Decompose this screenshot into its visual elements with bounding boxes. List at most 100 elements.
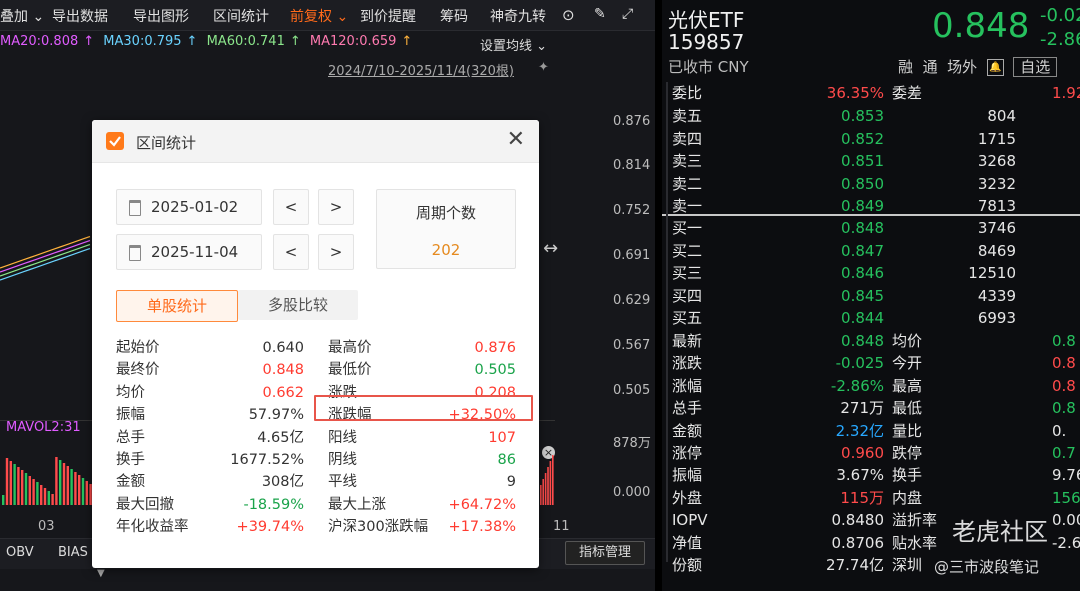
detail-label: 最高 [892, 376, 923, 395]
quote-row-weibi: 委比 36.35% 委差 1.92 [662, 82, 1080, 104]
indicator-obv-tab[interactable]: OBV [6, 545, 34, 560]
toolbar-export-data-button[interactable]: 导出数据 [52, 6, 108, 26]
volume-bar [549, 461, 552, 505]
ma-settings-button[interactable]: 设置均线 ⌄ [480, 35, 547, 54]
up-arrow-icon: ↑ [186, 34, 198, 49]
detail-label: 金额 [672, 421, 703, 440]
stat-value: 57.97% [248, 407, 304, 424]
watermark-logo-text: 老虎社区 [952, 518, 1048, 546]
level-price: 0.852 [841, 129, 884, 148]
level-volume: 804 [987, 107, 1016, 125]
volume-bar [32, 479, 35, 505]
change-percent: -2.86 [1040, 29, 1080, 50]
stat-label: 总手 [116, 429, 145, 446]
level-volume: 12510 [968, 264, 1016, 282]
volume-bar [24, 473, 28, 505]
volume-bar [70, 469, 73, 505]
tab-multi-stock[interactable]: 多股比较 [238, 290, 358, 320]
chevron-down-icon: ⌄ [32, 9, 45, 25]
level-label: 卖二 [672, 174, 703, 193]
volume-bar [28, 476, 31, 505]
detail-row: 总手 271万 最低 0.8 [662, 397, 1080, 419]
panel-edge [666, 82, 668, 562]
end-date-next-button[interactable]: > [318, 234, 354, 270]
orderbook-row-sell: 卖三 0.851 3268 [662, 150, 1080, 172]
resize-horizontal-icon[interactable]: ↔ [543, 238, 558, 259]
bell-icon[interactable]: 🔔 [986, 59, 1004, 76]
stat-label: 最低价 [328, 362, 372, 379]
orderbook-separator [662, 214, 1080, 216]
tab-single-stock[interactable]: 单股统计 [116, 290, 238, 322]
detail-label: 内盘 [892, 488, 923, 507]
toolbar-price-alert-button[interactable]: 到价提醒 [360, 6, 416, 26]
pin-icon[interactable]: ✦ [538, 60, 549, 75]
level-volume: 4339 [977, 286, 1016, 305]
stat-value: 1677.52% [230, 452, 304, 468]
ma120-label: MA120:0.659 [309, 34, 397, 49]
level-volume: 8469 [977, 241, 1016, 260]
detail-row: 涨跌 -0.025 今开 0.8 [662, 352, 1080, 374]
toolbar-magic-nine-button[interactable]: 神奇九转 [490, 6, 546, 26]
detail-row: 外盘 115万 内盘 156 [662, 487, 1080, 509]
orderbook-row-sell: 卖五 0.853 804 [662, 105, 1080, 127]
volume-bar [544, 473, 547, 505]
ma-lines [0, 235, 91, 281]
level-volume: 1715 [977, 129, 1016, 148]
detail-value: 0.8480 [831, 511, 885, 530]
detail-value: 0.848 [841, 332, 884, 350]
detail-label: 均价 [892, 332, 923, 350]
weibi-value: 36.35% [826, 84, 884, 102]
orderbook-row-buy: 买五 0.844 6993 [662, 307, 1080, 329]
price-tick: 0.691 [613, 248, 651, 263]
toolbar-export-chart-button[interactable]: 导出图形 [133, 6, 189, 26]
detail-label: IOPV [672, 511, 708, 530]
toolbar-range-stats-button[interactable]: 区间统计 [213, 6, 269, 26]
level-label: 买五 [672, 309, 703, 327]
volume-tick: 0.000 [613, 485, 651, 500]
volume-bar [85, 481, 88, 505]
start-date-prev-button[interactable]: < [273, 189, 309, 225]
stat-label: 平线 [328, 474, 357, 491]
market-status: 已收市 CNY [668, 58, 749, 76]
detail-label: 跌停 [892, 444, 923, 462]
change-value: -0.02 [1040, 5, 1080, 26]
margin-tag[interactable]: 融 [898, 58, 913, 76]
start-date-next-button[interactable]: > [318, 189, 354, 225]
detail-value: 3.67% [836, 466, 884, 485]
close-icon[interactable]: ✕ [507, 129, 525, 151]
volume-bar [552, 455, 554, 505]
volume-bar [81, 478, 85, 505]
ma-line-path [0, 247, 91, 281]
toolbar-overlay-button[interactable]: 叠加 ⌄ [0, 6, 44, 26]
volume-bar [36, 482, 39, 505]
caret-down-icon[interactable]: ▼ [97, 568, 105, 579]
level-price: 0.845 [841, 286, 884, 305]
x-tick: 03 [38, 519, 55, 534]
volume-bar [51, 494, 54, 505]
ma-line-path [0, 239, 91, 273]
end-date-picker[interactable]: 2025-11-04 [116, 234, 262, 270]
stat-value: 86 [497, 452, 516, 468]
start-date-picker[interactable]: 2025-01-02 [116, 189, 262, 225]
level-label: 卖三 [672, 152, 703, 170]
detail-label: 换手 [892, 466, 923, 485]
end-date-prev-button[interactable]: < [273, 234, 309, 270]
level-label: 买三 [672, 264, 703, 282]
indicator-bias-tab[interactable]: BIAS [58, 545, 88, 560]
indicator-manage-button[interactable]: 指标管理 [565, 541, 645, 565]
connect-tag[interactable]: 通 [923, 58, 938, 76]
calendar-icon [129, 245, 141, 261]
check-logo-icon [106, 132, 124, 150]
ma-line-path [0, 235, 91, 269]
toolbar-forward-adjust-button[interactable]: 前复权 ⌄ [290, 6, 348, 26]
quote-panel: 光伏ETF 159857 已收市 CNY 0.848 -0.02 -2.86 融… [662, 0, 1080, 591]
volume-bar [78, 475, 81, 505]
chevron-down-icon: ⌄ [536, 39, 548, 54]
otc-tag[interactable]: 场外 [947, 58, 977, 76]
toolbar-chips-button[interactable]: 筹码 [440, 6, 468, 26]
watchlist-button[interactable]: 自选 [1013, 57, 1058, 77]
detail-row: 最新 0.848 均价 0.8 [662, 330, 1080, 352]
detail-row: 金额 2.32亿 量比 0. [662, 420, 1080, 442]
stat-value: 107 [488, 429, 516, 446]
volume-bar [47, 491, 50, 505]
